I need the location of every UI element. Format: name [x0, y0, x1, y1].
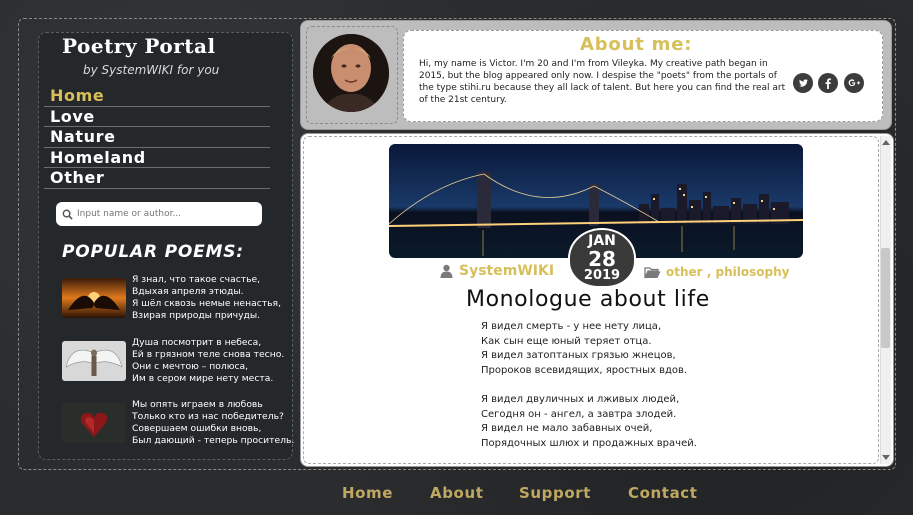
facebook-icon[interactable] [818, 73, 838, 93]
poem-line: Я видел затоптаных грязью жнецов, [481, 350, 676, 362]
about-text: Hi, my name is Victor. I'm 20 and I'm fr… [419, 59, 786, 105]
footer-link-about[interactable]: About [430, 484, 484, 502]
poem-line: Душа посмотрит в небеса, [132, 337, 262, 348]
poem-excerpt: Мы опять играем в любовь Только кто из н… [132, 399, 295, 447]
nav-item-nature[interactable]: Nature [44, 127, 270, 148]
main-nav: Home Love Nature Homeland Other [44, 86, 270, 189]
avatar [313, 34, 389, 112]
post-tags: other , philosophy [644, 265, 789, 279]
poem-line: Я шёл сквозь немые ненастья, [132, 298, 281, 309]
search-box [56, 202, 262, 226]
post-date-day: 28 [588, 247, 616, 271]
poem-excerpt: Я знал, что такое счастье, Вдыхая апреля… [132, 274, 292, 322]
popular-poem-card[interactable]: Душа посмотрит в небеса, Ей в грязном те… [62, 337, 288, 387]
poem-line: Сегодня он - ангел, а завтра злодей. [481, 408, 677, 420]
avatar-photo [313, 34, 389, 112]
poem-line: Я видел смерть - у нее нету лица, [481, 321, 662, 332]
poem-stanza: Я видел двуличных и лживых людей, Сегодн… [481, 393, 841, 452]
poem-stanza: Я видел смерть - у нее нету лица, Как сы… [481, 320, 841, 379]
nav-item-other[interactable]: Other [44, 168, 270, 189]
nav-item-homeland[interactable]: Homeland [44, 148, 270, 168]
scroll-up-arrow[interactable] [882, 140, 890, 145]
post-tags-list[interactable]: other , philosophy [666, 265, 789, 279]
footer-link-contact[interactable]: Contact [628, 484, 698, 502]
poem-line: Как сын еще юный теряет отца. [481, 335, 652, 347]
twitter-icon[interactable] [793, 73, 813, 93]
about-title: About me: [580, 34, 693, 55]
poem-line: Я видел двуличных и лживых людей, [481, 394, 680, 405]
poem-line: Совершаем ошибки вновь, [132, 423, 262, 434]
poem-thumbnail-heart[interactable] [62, 403, 126, 443]
poem-thumbnail-hands-heart[interactable] [62, 278, 126, 318]
site-title[interactable]: Poetry Portal [62, 34, 242, 58]
poem-line: Мы опять играем в любовь [132, 399, 263, 410]
poem-line: Был дающий - теперь проситель. [132, 435, 295, 446]
poem-excerpt: Душа посмотрит в небеса, Ей в грязном те… [132, 337, 292, 385]
nav-item-home[interactable]: Home [44, 86, 270, 107]
post-date-badge: JAN 28 2019 [568, 228, 636, 288]
search-icon[interactable] [62, 209, 73, 220]
poem-line: Пророков всевидящих, яростных вдов. [481, 365, 688, 377]
scroll-down-arrow[interactable] [882, 455, 890, 460]
post-date-year: 2019 [583, 268, 621, 283]
site-subtitle: by SystemWIKI for you [83, 63, 220, 77]
post-author[interactable]: SystemWIKI [440, 263, 554, 279]
poem-line: Они с мечтою – полюса, [132, 361, 249, 372]
scrollbar-thumb[interactable] [881, 248, 890, 348]
post-title: Monologue about life [466, 287, 710, 312]
footer-link-home[interactable]: Home [342, 484, 393, 502]
popular-poems-title: POPULAR POEMS: [62, 242, 244, 262]
poem-line: Порядочных шлюх и продажных врачей. [481, 438, 697, 450]
poem-line: Я знал, что такое счастье, [132, 274, 261, 285]
search-input[interactable] [77, 209, 257, 219]
poem-line: Только кто из нас победитель? [132, 411, 284, 422]
folder-open-icon [644, 266, 661, 278]
popular-poem-card[interactable]: Я знал, что такое счастье, Вдыхая апреля… [62, 274, 288, 324]
poem-thumbnail-angel[interactable] [62, 341, 126, 381]
user-icon [440, 264, 453, 278]
footer-link-support[interactable]: Support [519, 484, 591, 502]
poem-line: Я видел не мало забавных очей, [481, 423, 653, 435]
popular-poem-card[interactable]: Мы опять играем в любовь Только кто из н… [62, 399, 294, 449]
post-author-name[interactable]: SystemWIKI [459, 263, 554, 279]
google-plus-icon[interactable] [844, 73, 864, 93]
poem-line: Ей в грязном теле снова тесно. [132, 349, 285, 360]
poem-line: Им в сером мире нету места. [132, 373, 274, 384]
poem-line: Взирая природы причуды. [132, 310, 261, 321]
nav-item-love[interactable]: Love [44, 107, 270, 127]
poem-line: Вдыхая апреля этюды. [132, 286, 244, 297]
